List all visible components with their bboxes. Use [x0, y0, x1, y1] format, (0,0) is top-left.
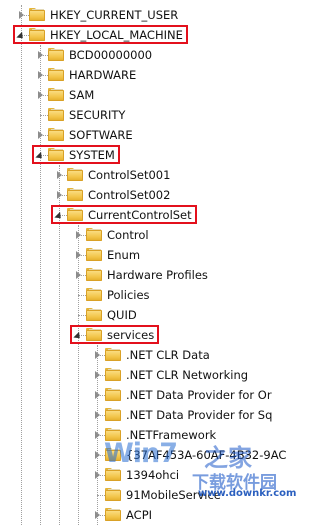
tree-connector-branch — [97, 495, 105, 497]
tree-item-label[interactable]: HARDWARE — [68, 67, 137, 83]
folder-icon — [105, 508, 121, 521]
tree-item[interactable]: SOFTWARE — [0, 125, 295, 145]
tree-item-label[interactable]: {37AF453A-60AF-4B32-9AC — [125, 447, 287, 463]
expand-arrow-icon[interactable] — [74, 231, 82, 239]
folder-icon — [48, 68, 64, 81]
expand-arrow-icon[interactable] — [55, 171, 63, 179]
folder-icon — [48, 88, 64, 101]
folder-icon — [86, 268, 102, 281]
folder-icon — [105, 388, 121, 401]
expand-arrow-icon[interactable] — [93, 431, 101, 439]
folder-icon — [105, 448, 121, 461]
tree-item[interactable]: ControlSet002 — [0, 185, 295, 205]
expand-arrow-icon[interactable] — [93, 451, 101, 459]
registry-tree: HKEY_CURRENT_USER HKEY_LOCAL_MACHINE BCD00… — [0, 0, 295, 525]
tree-item-label[interactable]: Enum — [106, 247, 141, 263]
tree-item[interactable]: SAM — [0, 85, 295, 105]
tree-item-label[interactable]: 1394ohci — [125, 467, 180, 483]
tree-connector-branch — [40, 115, 48, 117]
tree-item[interactable]: QUID — [0, 305, 295, 325]
tree-item[interactable]: .NET Data Provider for Sq — [0, 405, 295, 425]
folder-icon — [105, 468, 121, 481]
highlight-box — [13, 25, 188, 44]
folder-icon — [48, 128, 64, 141]
tree-item-label[interactable]: Hardware Profiles — [106, 267, 209, 283]
tree-item[interactable]: HKEY_CURRENT_USER — [0, 5, 295, 25]
folder-icon — [105, 408, 121, 421]
tree-item-label[interactable]: 91MobileService — [125, 487, 222, 503]
tree-item-label[interactable]: .NET Data Provider for Or — [125, 387, 273, 403]
tree-item[interactable]: ACPI — [0, 505, 295, 525]
tree-item-label[interactable]: ACPI — [125, 507, 153, 523]
tree-item[interactable]: Enum — [0, 245, 295, 265]
folder-icon — [67, 168, 83, 181]
folder-icon — [67, 188, 83, 201]
folder-icon — [86, 228, 102, 241]
tree-item[interactable]: 1394ohci — [0, 465, 295, 485]
tree-connector-branch — [78, 295, 86, 297]
expand-arrow-icon[interactable] — [36, 51, 44, 59]
expand-arrow-icon[interactable] — [17, 11, 25, 19]
expand-arrow-icon[interactable] — [93, 511, 101, 519]
folder-icon — [86, 248, 102, 261]
tree-item[interactable]: BCD00000000 — [0, 45, 295, 65]
tree-item-label[interactable]: ControlSet001 — [87, 167, 171, 183]
folder-icon — [48, 108, 64, 121]
tree-item-label[interactable]: HKEY_CURRENT_USER — [49, 7, 179, 23]
tree-item[interactable]: Hardware Profiles — [0, 265, 295, 285]
tree-item-label[interactable]: SECURITY — [68, 107, 126, 123]
expand-arrow-icon[interactable] — [74, 271, 82, 279]
expand-arrow-icon[interactable] — [93, 391, 101, 399]
expand-arrow-icon[interactable] — [93, 411, 101, 419]
tree-item[interactable]: 91MobileService — [0, 485, 295, 505]
tree-item-label[interactable]: SAM — [68, 87, 95, 103]
expand-arrow-icon[interactable] — [36, 91, 44, 99]
highlight-box — [32, 145, 120, 164]
expand-arrow-icon[interactable] — [93, 471, 101, 479]
folder-icon — [105, 488, 121, 501]
tree-item-label[interactable]: .NET Data Provider for Sq — [125, 407, 273, 423]
tree-item[interactable]: SECURITY — [0, 105, 295, 125]
folder-icon — [48, 48, 64, 61]
tree-item-label[interactable]: QUID — [106, 307, 138, 323]
expand-arrow-icon[interactable] — [93, 371, 101, 379]
tree-item-label[interactable]: Control — [106, 227, 150, 243]
tree-item-label[interactable]: ControlSet002 — [87, 187, 171, 203]
tree-item-label[interactable]: SOFTWARE — [68, 127, 134, 143]
tree-item[interactable]: ControlSet001 — [0, 165, 295, 185]
tree-item[interactable]: Policies — [0, 285, 295, 305]
tree-item-label[interactable]: .NETFramework — [125, 427, 217, 443]
tree-item[interactable]: .NETFramework — [0, 425, 295, 445]
folder-icon — [105, 368, 121, 381]
tree-item[interactable]: HARDWARE — [0, 65, 295, 85]
folder-icon — [105, 348, 121, 361]
folder-icon — [105, 428, 121, 441]
expand-arrow-icon[interactable] — [74, 251, 82, 259]
tree-item-label[interactable]: .NET CLR Data — [125, 347, 211, 363]
tree-item-label[interactable]: BCD00000000 — [68, 47, 153, 63]
folder-icon — [86, 308, 102, 321]
tree-item[interactable]: .NET CLR Data — [0, 345, 295, 365]
folder-icon — [29, 8, 45, 21]
tree-item[interactable]: .NET Data Provider for Or — [0, 385, 295, 405]
highlight-box — [70, 325, 160, 344]
expand-arrow-icon[interactable] — [93, 351, 101, 359]
tree-item-label[interactable]: Policies — [106, 287, 151, 303]
expand-arrow-icon[interactable] — [36, 131, 44, 139]
tree-connector-branch — [78, 315, 86, 317]
tree-item-label[interactable]: .NET CLR Networking — [125, 367, 249, 383]
tree-item[interactable]: Control — [0, 225, 295, 245]
folder-icon — [86, 288, 102, 301]
expand-arrow-icon[interactable] — [36, 71, 44, 79]
highlight-box — [51, 205, 197, 224]
tree-item[interactable]: {37AF453A-60AF-4B32-9AC — [0, 445, 295, 465]
tree-item[interactable]: .NET CLR Networking — [0, 365, 295, 385]
expand-arrow-icon[interactable] — [55, 191, 63, 199]
